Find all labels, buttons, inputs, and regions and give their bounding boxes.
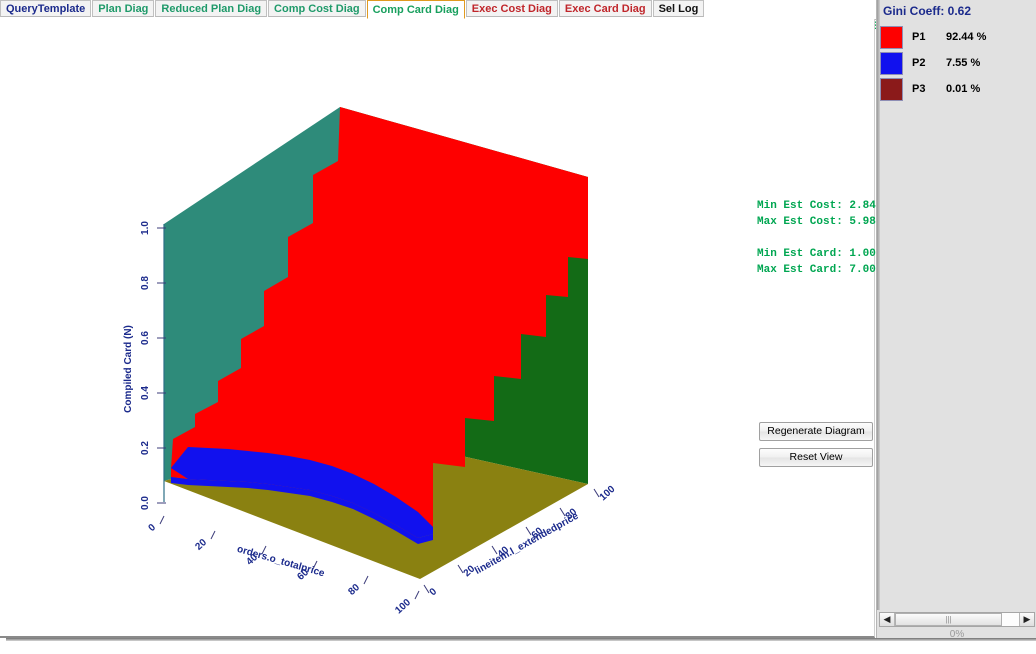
- tab-sel-log[interactable]: Sel Log: [653, 0, 705, 17]
- tab-querytemplate[interactable]: QueryTemplate: [0, 0, 91, 17]
- tab-label: Comp Card Diag: [373, 4, 459, 16]
- svg-text:80: 80: [346, 582, 362, 598]
- tab-reduced-plan-diag[interactable]: Reduced Plan Diag: [155, 0, 267, 17]
- stats-spacer: [757, 230, 889, 246]
- application-window: QueryTemplate Plan Diag Reduced Plan Dia…: [0, 0, 1036, 654]
- gini-coefficient-label: Gini Coeff: 0.62: [883, 4, 971, 18]
- svg-text:100: 100: [393, 597, 413, 617]
- tab-exec-card-diag[interactable]: Exec Card Diag: [559, 0, 652, 17]
- scroll-right-arrow-icon[interactable]: ▶: [1019, 613, 1034, 626]
- tab-label: Exec Card Diag: [565, 3, 646, 15]
- svg-text:100: 100: [598, 484, 618, 504]
- legend-percent-p3: 0.01 %: [946, 83, 980, 95]
- plan-legend: P1 92.44 % P2 7.55 % P3 0.01 %: [880, 24, 1034, 102]
- legend-percent-p2: 7.55 %: [946, 57, 980, 69]
- svg-text:0: 0: [147, 522, 159, 534]
- tab-label: Exec Cost Diag: [472, 3, 552, 15]
- legend-swatch-p2: [880, 52, 903, 75]
- min-est-cost: Min Est Cost: 2.84E5: [757, 198, 889, 214]
- svg-text:0.4: 0.4: [140, 386, 151, 400]
- svg-text:0.6: 0.6: [140, 331, 151, 345]
- tab-comp-card-diag[interactable]: Comp Card Diag: [367, 0, 465, 19]
- window-bottom-shadow: [6, 638, 1036, 641]
- z-axis-tick-labels: 1.0 0.8 0.6 0.4 0.2 0.0: [140, 221, 151, 510]
- z-axis-title: Compiled Card (N): [123, 325, 134, 413]
- regenerate-diagram-button[interactable]: Regenerate Diagram: [759, 422, 873, 441]
- diagram-canvas[interactable]: 1.0 0.8 0.6 0.4 0.2 0.0 Compiled Card (N…: [0, 19, 875, 638]
- panel-horizontal-scrollbar[interactable]: ◀ ||| ▶: [879, 612, 1035, 627]
- legend-label-p1: P1: [912, 31, 946, 43]
- svg-text:1.0: 1.0: [140, 221, 151, 235]
- max-est-card: Max Est Card: 7.00E0: [757, 262, 889, 278]
- tab-plan-diag[interactable]: Plan Diag: [92, 0, 154, 17]
- estimate-stats: Min Est Cost: 2.84E5 Max Est Cost: 5.98E…: [757, 198, 889, 278]
- legend-label-p3: P3: [912, 83, 946, 95]
- legend-label-p2: P2: [912, 57, 946, 69]
- svg-text:0: 0: [428, 586, 440, 598]
- tab-label: Comp Cost Diag: [274, 3, 360, 15]
- reset-view-button[interactable]: Reset View: [759, 448, 873, 467]
- legend-item-p2[interactable]: P2 7.55 %: [880, 50, 1034, 76]
- min-est-card: Min Est Card: 1.00E0: [757, 246, 889, 262]
- tab-label: QueryTemplate: [6, 3, 85, 15]
- svg-text:0.2: 0.2: [140, 441, 151, 455]
- legend-item-p1[interactable]: P1 92.44 %: [880, 24, 1034, 50]
- cardinality-surface-plot[interactable]: 1.0 0.8 0.6 0.4 0.2 0.0 Compiled Card (N…: [0, 19, 874, 636]
- max-est-cost: Max Est Cost: 5.98E5: [757, 214, 889, 230]
- svg-text:20: 20: [193, 537, 209, 553]
- tab-label: Reduced Plan Diag: [161, 3, 261, 15]
- legend-percent-p1: 92.44 %: [946, 31, 986, 43]
- tab-label: Sel Log: [659, 3, 699, 15]
- tab-exec-cost-diag[interactable]: Exec Cost Diag: [466, 0, 558, 17]
- tab-label: Plan Diag: [98, 3, 148, 15]
- legend-swatch-p3: [880, 78, 903, 101]
- legend-item-p3[interactable]: P3 0.01 %: [880, 76, 1034, 102]
- scrollbar-thumb[interactable]: |||: [895, 613, 1002, 626]
- scroll-left-arrow-icon[interactable]: ◀: [880, 613, 895, 626]
- legend-swatch-p1: [880, 26, 903, 49]
- svg-text:0.0: 0.0: [140, 496, 151, 510]
- scrollbar-track[interactable]: |||: [895, 613, 1019, 626]
- svg-text:0.8: 0.8: [140, 276, 151, 290]
- right-panel: Gini Coeff: 0.62 P1 92.44 % P2 7.55 % P3…: [876, 0, 1036, 654]
- tab-comp-cost-diag[interactable]: Comp Cost Diag: [268, 0, 366, 17]
